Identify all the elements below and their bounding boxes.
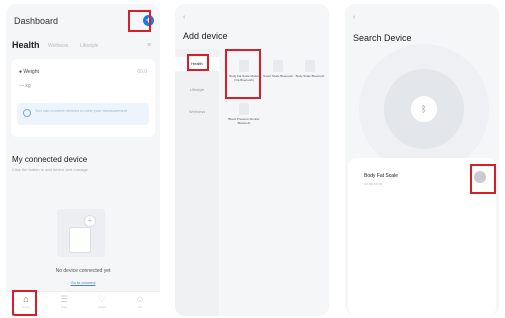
dashboard-screen: Dashboard + Health Wellness Lifestyle ≡ … (6, 4, 160, 316)
notice-text: You can connect devices to view your mea… (35, 108, 128, 113)
nav-label: Health (97, 305, 107, 309)
highlight-health-category (187, 54, 209, 71)
empty-device-illustration: + (57, 209, 105, 257)
device-name: Body Fat Scale (364, 173, 398, 179)
category-lifestyle[interactable]: Lifestyle (175, 83, 219, 97)
search-device-screen: ‹ Search Device ᛒ Body Fat Scale XX:XX:X… (345, 4, 499, 316)
weight-value: 60.0 (137, 69, 147, 75)
device-address: XX:XX:XX:XX (364, 182, 383, 186)
menu-icon[interactable]: ≡ (147, 42, 151, 49)
back-icon[interactable]: ‹ (353, 14, 355, 21)
connected-device-title: My connected device (12, 155, 88, 164)
highlight-home-nav (12, 290, 37, 316)
bluetooth-icon: ᛒ (411, 96, 437, 122)
page-title: Search Device (353, 33, 412, 43)
device-option[interactable]: Blood Pressure Monitor Bluetooth (227, 103, 261, 125)
health-summary-card: ● Weight 60.0 — kg You can connect devic… (11, 59, 155, 137)
highlight-connect-button (470, 164, 496, 194)
category-wellness[interactable]: Wellness (175, 105, 219, 119)
add-device-screen: ‹ Add device Health Lifestyle Wellness B… (175, 4, 329, 316)
category-sidebar: Health Lifestyle Wellness (175, 49, 219, 316)
page-title: Dashboard (14, 16, 59, 26)
device-name: Blood Pressure Monitor Bluetooth (228, 117, 260, 125)
user-icon: ☺ (135, 294, 145, 304)
nav-label: Data (60, 305, 68, 309)
highlight-device-option (225, 49, 261, 99)
no-device-text: No device connected yet (55, 268, 111, 274)
tab-lifestyle[interactable]: Lifestyle (80, 43, 98, 49)
scale-icon (69, 227, 91, 253)
back-icon[interactable]: ‹ (183, 14, 185, 21)
highlight-add-button (128, 10, 151, 32)
weight-label: ● Weight (19, 69, 39, 75)
nav-data[interactable]: ☰ Data (52, 294, 76, 314)
device-name: Body Scale Bluetooth (295, 74, 325, 78)
data-icon: ☰ (59, 294, 69, 304)
device-option[interactable]: Smart Scale Bluetooth (261, 60, 295, 78)
weight-unit: — kg (19, 83, 31, 89)
tab-wellness[interactable]: Wellness (48, 43, 68, 49)
go-connect-link[interactable]: Go to connect (6, 280, 160, 285)
page-title: Add device (183, 31, 228, 41)
plus-icon: + (84, 215, 96, 227)
device-image (305, 60, 315, 72)
nav-me[interactable]: ☺ Me (128, 294, 152, 314)
connected-device-subtitle: Click the button to add device and manag… (12, 167, 88, 172)
connect-notice[interactable]: You can connect devices to view your mea… (17, 103, 149, 125)
heart-icon: ♡ (97, 294, 107, 304)
device-image (239, 103, 249, 115)
nav-label: Me (137, 305, 143, 309)
device-image (273, 60, 283, 72)
nav-health[interactable]: ♡ Health (90, 294, 114, 314)
device-name: Smart Scale Bluetooth (263, 74, 293, 78)
device-option[interactable]: Body Scale Bluetooth (293, 60, 327, 78)
info-icon (23, 109, 31, 117)
tab-health[interactable]: Health (12, 40, 40, 50)
